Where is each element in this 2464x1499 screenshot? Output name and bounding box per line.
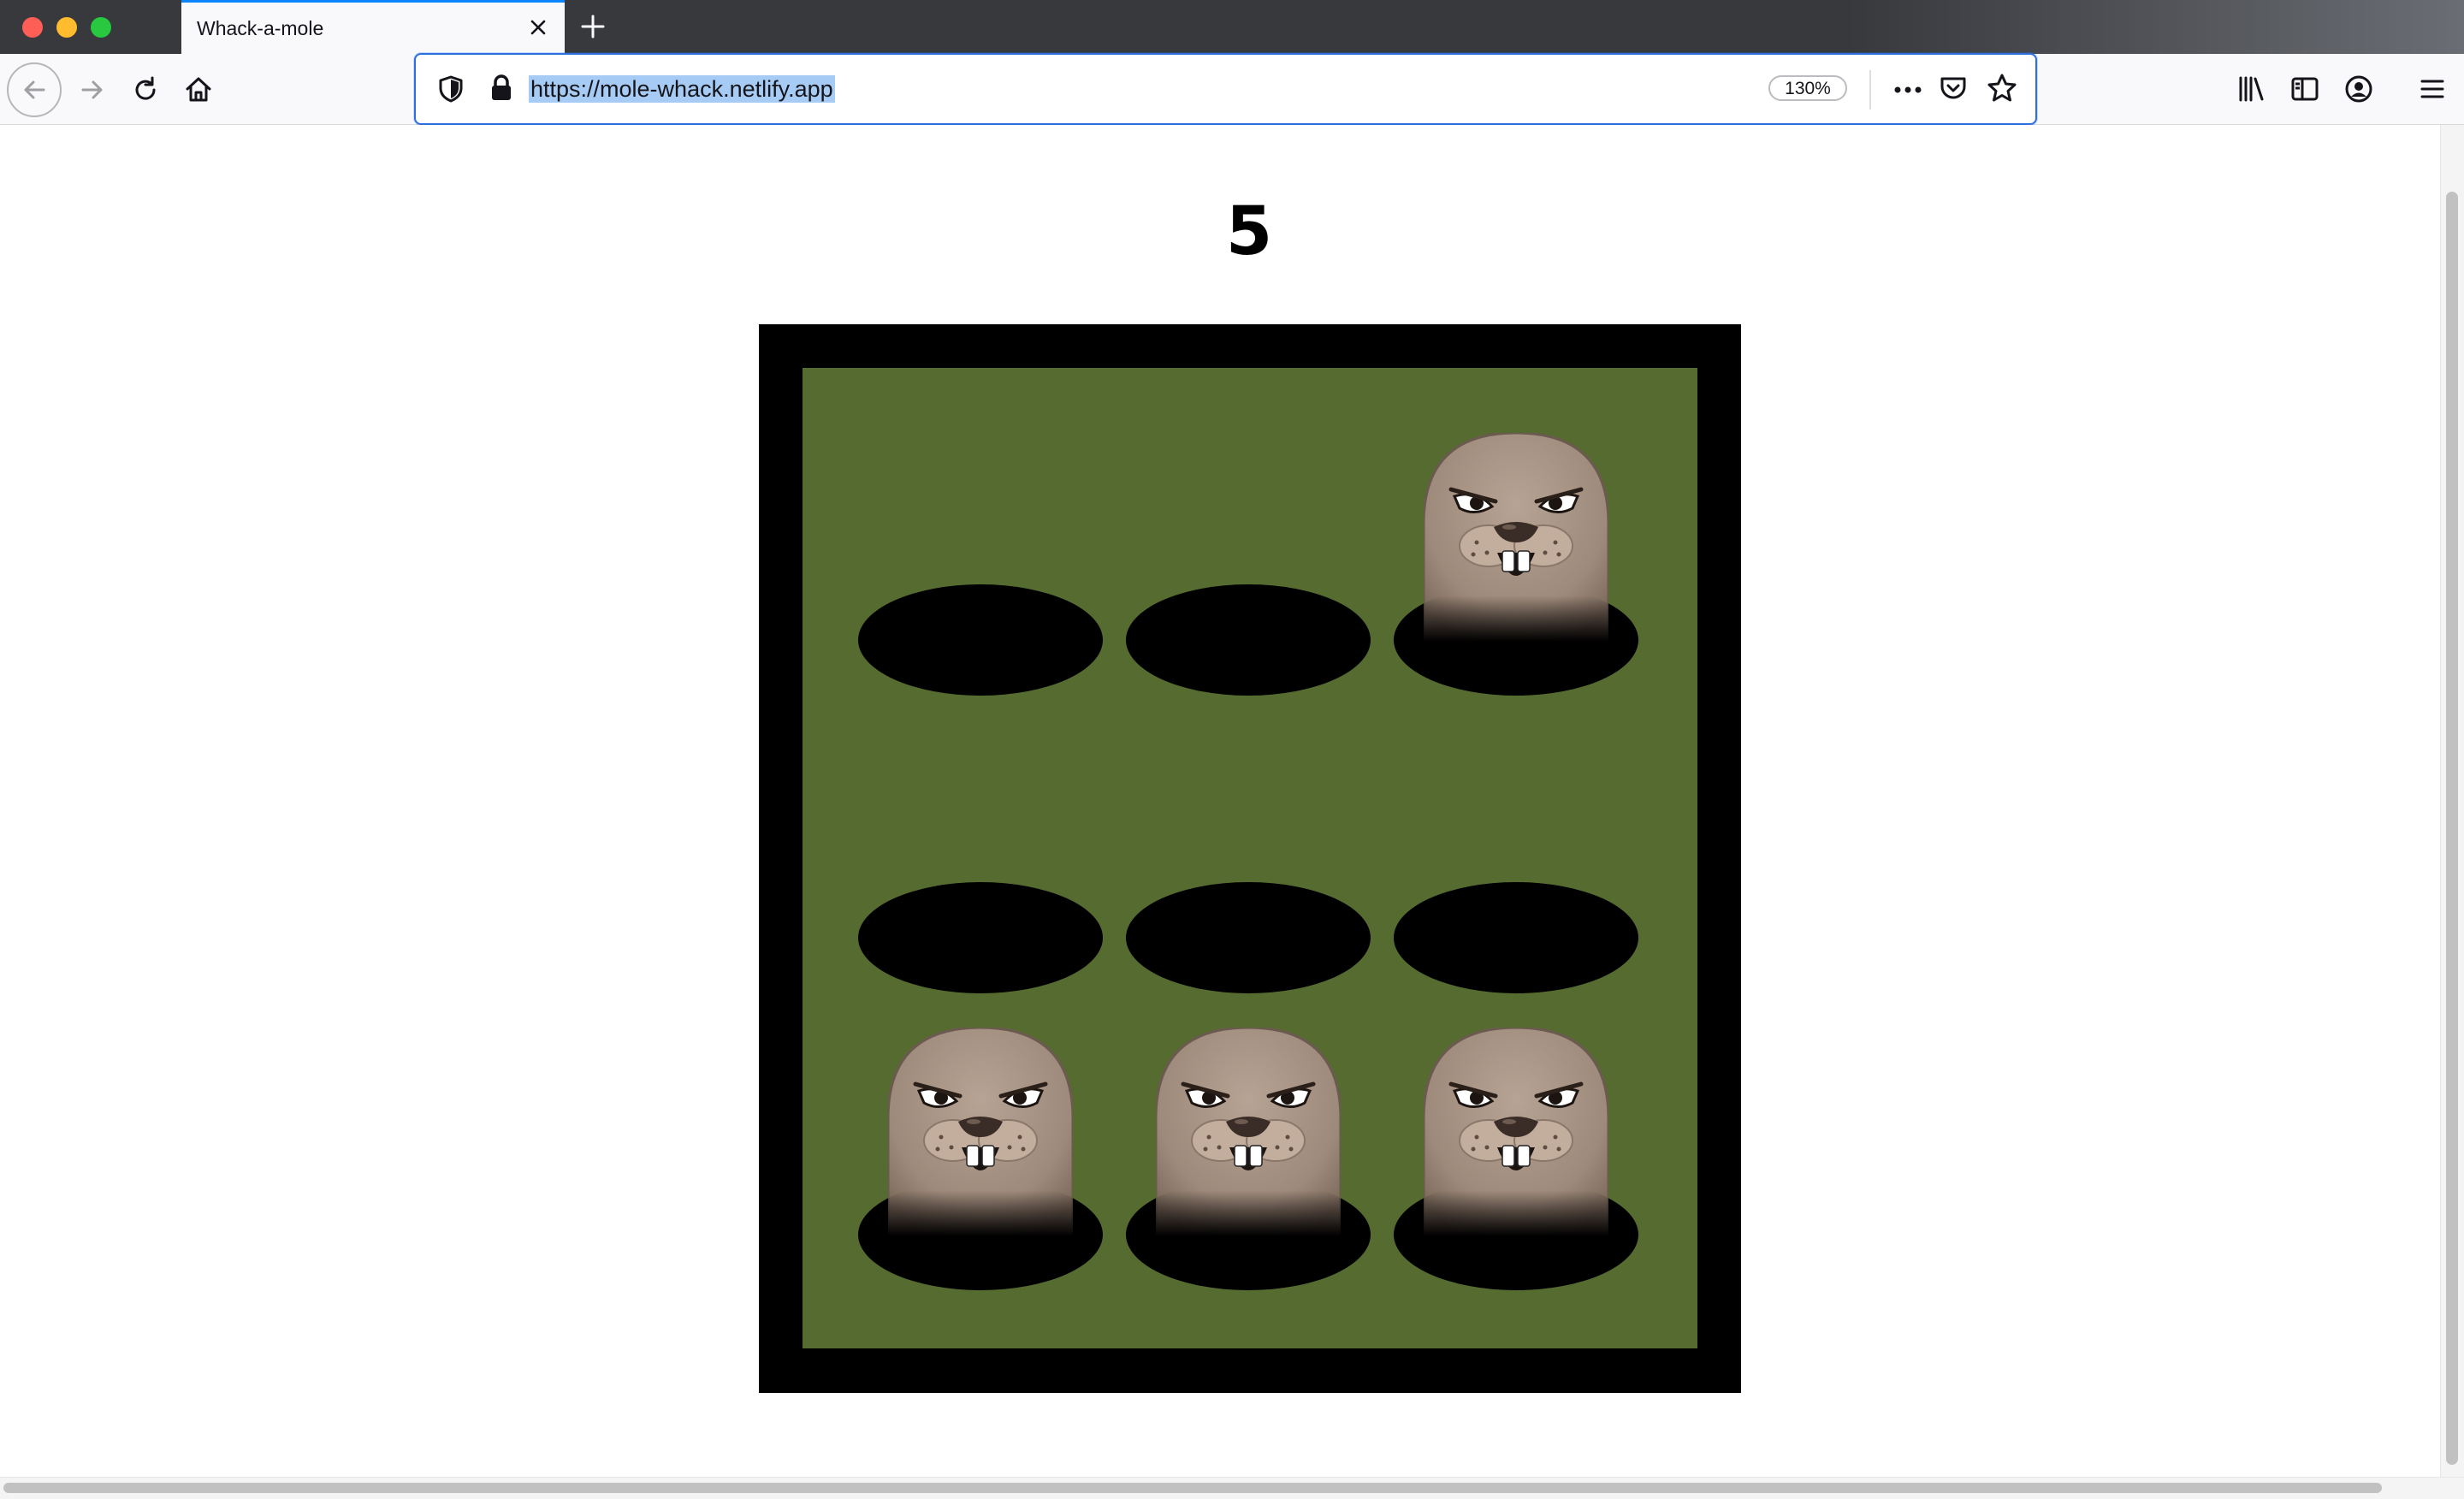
reload-icon bbox=[135, 76, 156, 100]
zoom-level-badge[interactable]: 130% bbox=[1768, 75, 1847, 101]
game-board-frame bbox=[759, 324, 1741, 1393]
tab-title: Whack-a-mole bbox=[197, 17, 324, 39]
back-button[interactable] bbox=[7, 62, 62, 117]
menu-icon[interactable] bbox=[2418, 74, 2447, 104]
horizontal-scrollbar[interactable] bbox=[0, 1477, 2464, 1499]
vertical-scrollbar[interactable] bbox=[2440, 125, 2464, 1477]
sidebar-icon[interactable] bbox=[2290, 74, 2319, 104]
account-icon[interactable] bbox=[2344, 74, 2373, 104]
vertical-scrollbar-thumb[interactable] bbox=[2446, 192, 2458, 1465]
window-minimize-button[interactable] bbox=[56, 17, 77, 38]
window-close-button[interactable] bbox=[22, 17, 43, 38]
mole-hole[interactable] bbox=[1126, 897, 1374, 1290]
urlbar-divider bbox=[1869, 70, 1871, 110]
back-arrow-icon bbox=[24, 80, 45, 99]
mole-hole[interactable] bbox=[1394, 897, 1642, 1290]
close-icon[interactable] bbox=[525, 15, 551, 40]
mole[interactable] bbox=[1152, 1022, 1344, 1236]
game-board bbox=[803, 368, 1697, 1348]
star-icon[interactable] bbox=[1987, 73, 2017, 104]
reload-button[interactable] bbox=[118, 62, 173, 117]
more-icon[interactable] bbox=[1891, 75, 1925, 104]
home-button[interactable] bbox=[171, 62, 226, 117]
url-text[interactable]: https://mole-whack.netlify.app bbox=[529, 75, 835, 103]
lock-icon[interactable] bbox=[489, 74, 513, 103]
mole[interactable] bbox=[1420, 1022, 1612, 1236]
url-bar[interactable]: https://mole-whack.netlify.app 130% bbox=[414, 53, 2037, 125]
tab-bar: Whack-a-mole bbox=[0, 0, 2464, 54]
horizontal-scrollbar-thumb[interactable] bbox=[3, 1483, 2382, 1493]
home-icon bbox=[186, 77, 211, 102]
forward-button[interactable] bbox=[65, 62, 120, 117]
score-display: 5 bbox=[1225, 193, 1273, 270]
window-maximize-button[interactable] bbox=[91, 17, 111, 38]
forward-arrow-icon bbox=[81, 80, 103, 99]
mole[interactable] bbox=[885, 1022, 1076, 1236]
mole-hole[interactable] bbox=[858, 897, 1106, 1290]
page-content: 5 bbox=[0, 125, 2440, 1477]
library-icon[interactable] bbox=[2236, 74, 2266, 104]
pocket-icon[interactable] bbox=[1939, 74, 1968, 103]
tab-whack-a-mole[interactable]: Whack-a-mole bbox=[181, 0, 565, 54]
plus-icon[interactable] bbox=[578, 12, 607, 41]
shield-icon[interactable] bbox=[438, 74, 464, 104]
